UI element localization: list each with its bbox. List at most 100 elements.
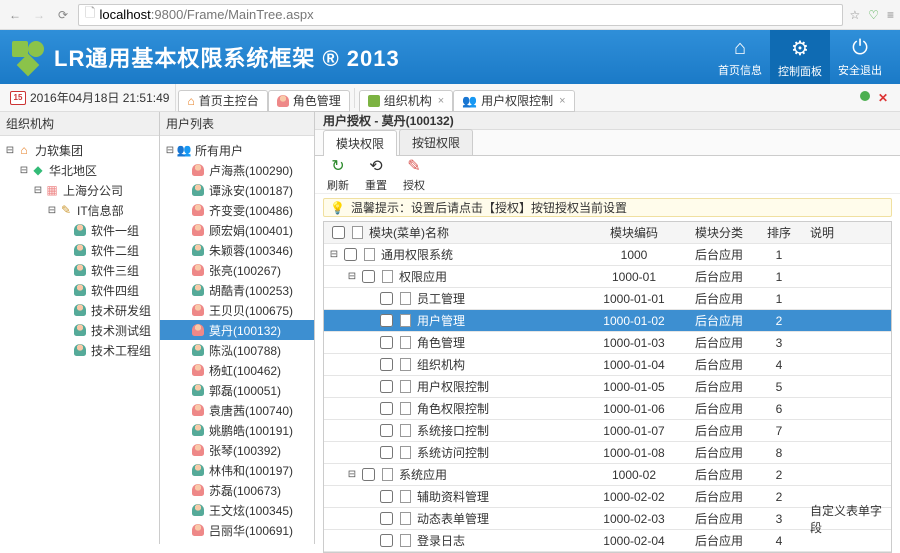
toolbar-授权[interactable]: ✎授权 [403, 156, 425, 193]
home-icon: ⌂ [734, 37, 746, 60]
sub-tab-1[interactable]: 按钮权限 [399, 129, 473, 155]
org-node[interactable]: ⊟▦上海分公司 [0, 180, 159, 200]
tab-3[interactable]: 👥用户权限控制× [453, 90, 574, 112]
tab-1[interactable]: 角色管理 [268, 90, 350, 112]
checkbox[interactable] [380, 534, 393, 547]
org-node[interactable]: 软件三组 [0, 260, 159, 280]
user-node[interactable]: 姚鹏皓(100191) [160, 420, 314, 440]
user-node[interactable]: 吕丽华(100691) [160, 520, 314, 540]
status-icon[interactable] [860, 91, 870, 101]
user-node[interactable]: ⊟👥所有用户 [160, 140, 314, 160]
user-node[interactable]: 卢海燕(100290) [160, 160, 314, 180]
grid-row[interactable]: ⊟通用权限系统1000后台应用1 [324, 244, 891, 266]
header-btn-power[interactable]: ⏻安全退出 [830, 30, 890, 84]
tree-toggle-icon[interactable]: ⊟ [46, 205, 58, 216]
tab-0[interactable]: ⌂首页主控台 [178, 90, 267, 112]
user-icon: 👥 [176, 142, 192, 158]
reload-button[interactable]: ⟳ [54, 6, 72, 24]
tree-toggle-icon[interactable]: ⊟ [346, 271, 358, 282]
checkbox[interactable] [344, 248, 357, 261]
org-node[interactable]: 技术测试组 [0, 320, 159, 340]
close-icon[interactable]: × [559, 95, 565, 107]
grid-row[interactable]: 系统访问控制1000-01-08后台应用8 [324, 442, 891, 464]
tab-2[interactable]: 组织机构× [359, 90, 453, 112]
tree-toggle-icon[interactable]: ⊟ [328, 249, 340, 260]
tree-toggle-icon[interactable]: ⊟ [346, 469, 358, 480]
checkbox[interactable] [380, 358, 393, 371]
user-node[interactable]: 林伟和(100197) [160, 460, 314, 480]
app-header: LR通用基本权限系统框架 ® 2013 ⌂首页信息⚙控制面板⏻安全退出 [0, 30, 900, 84]
grid-row[interactable]: 角色管理1000-01-03后台应用3 [324, 332, 891, 354]
header-btn-home[interactable]: ⌂首页信息 [710, 30, 770, 84]
toolbar-重置[interactable]: ⟲重置 [365, 156, 387, 193]
users-icon: 👥 [462, 94, 477, 108]
forward-button[interactable]: → [30, 6, 48, 24]
grid-row[interactable]: 用户管理1000-01-02后台应用2 [324, 310, 891, 332]
user-node[interactable]: 杨虹(100462) [160, 360, 314, 380]
user-node[interactable]: 莫丹(100132) [160, 320, 314, 340]
user-node[interactable]: 齐变雯(100486) [160, 200, 314, 220]
sub-tab-0[interactable]: 模块权限 [323, 130, 397, 156]
checkbox[interactable] [380, 402, 393, 415]
checkbox[interactable] [362, 468, 375, 481]
close-all-icon[interactable]: ✕ [878, 91, 888, 105]
user-node[interactable]: 郭磊(100051) [160, 380, 314, 400]
user-node[interactable]: 张琴(100392) [160, 440, 314, 460]
menu-icon[interactable]: ≡ [887, 8, 894, 22]
grid-row[interactable]: ⊟权限应用1000-01后台应用1 [324, 266, 891, 288]
user-node[interactable]: 顾宏娟(100401) [160, 220, 314, 240]
close-icon[interactable]: × [438, 95, 444, 107]
user-node[interactable]: 朱颖蓉(100346) [160, 240, 314, 260]
checkbox[interactable] [380, 490, 393, 503]
org-node[interactable]: ⊟⌂力软集团 [0, 140, 159, 160]
tree-toggle-icon[interactable]: ⊟ [4, 145, 16, 156]
user-node[interactable]: 王文炫(100345) [160, 500, 314, 520]
checkbox[interactable] [380, 512, 393, 525]
org-node[interactable]: 软件四组 [0, 280, 159, 300]
checkbox[interactable] [380, 292, 393, 305]
shield-icon[interactable]: ♡ [868, 8, 879, 22]
grid-row[interactable]: 系统接口控制1000-01-07后台应用7 [324, 420, 891, 442]
grid-row[interactable]: 员工管理1000-01-01后台应用1 [324, 288, 891, 310]
checkbox[interactable] [332, 226, 345, 239]
toolbar-刷新[interactable]: ↻刷新 [327, 156, 349, 193]
back-button[interactable]: ← [6, 6, 24, 24]
grid-row[interactable]: 动态表单管理1000-02-03后台应用3自定义表单字段 [324, 508, 891, 530]
user-node[interactable]: 张亮(100267) [160, 260, 314, 280]
header-btn-gear[interactable]: ⚙控制面板 [770, 30, 830, 84]
checkbox[interactable] [380, 314, 393, 327]
org-node[interactable]: 技术研发组 [0, 300, 159, 320]
tree-toggle-icon[interactable]: ⊟ [18, 165, 30, 176]
org-node[interactable]: ⊟◆华北地区 [0, 160, 159, 180]
user-icon [190, 242, 206, 258]
checkbox[interactable] [380, 380, 393, 393]
user-node[interactable]: 陈泓(100788) [160, 340, 314, 360]
users-panel: 用户列表 ⊟👥所有用户卢海燕(100290)谭泳安(100187)齐变雯(100… [160, 112, 315, 544]
user-node[interactable]: 袁唐茜(100740) [160, 400, 314, 420]
grid-row[interactable]: 组织机构1000-01-04后台应用4 [324, 354, 891, 376]
org-node[interactable]: 软件二组 [0, 240, 159, 260]
tree-toggle-icon[interactable]: ⊟ [164, 145, 176, 156]
tree-icon [72, 282, 88, 298]
checkbox[interactable] [380, 424, 393, 437]
user-icon [190, 382, 206, 398]
star-icon[interactable]: ☆ [849, 8, 860, 22]
checkbox[interactable] [362, 270, 375, 283]
org-node[interactable]: 技术工程组 [0, 340, 159, 360]
user-icon [190, 502, 206, 518]
grid-row[interactable]: ⊟系统应用1000-02后台应用2 [324, 464, 891, 486]
url-bar[interactable]: 🗋 localhost:9800/Frame/MainTree.aspx [78, 4, 843, 26]
user-node[interactable]: 谭泳安(100187) [160, 180, 314, 200]
grid-row[interactable]: 角色权限控制1000-01-06后台应用6 [324, 398, 891, 420]
grid-row[interactable]: 用户权限控制1000-01-05后台应用5 [324, 376, 891, 398]
tree-toggle-icon[interactable]: ⊟ [32, 185, 44, 196]
tree-icon [72, 302, 88, 318]
user-node[interactable]: 苏磊(100673) [160, 480, 314, 500]
user-icon [190, 322, 206, 338]
checkbox[interactable] [380, 446, 393, 459]
user-node[interactable]: 王贝贝(100675) [160, 300, 314, 320]
org-node[interactable]: 软件一组 [0, 220, 159, 240]
checkbox[interactable] [380, 336, 393, 349]
user-node[interactable]: 胡酷青(100253) [160, 280, 314, 300]
org-node[interactable]: ⊟✎IT信息部 [0, 200, 159, 220]
